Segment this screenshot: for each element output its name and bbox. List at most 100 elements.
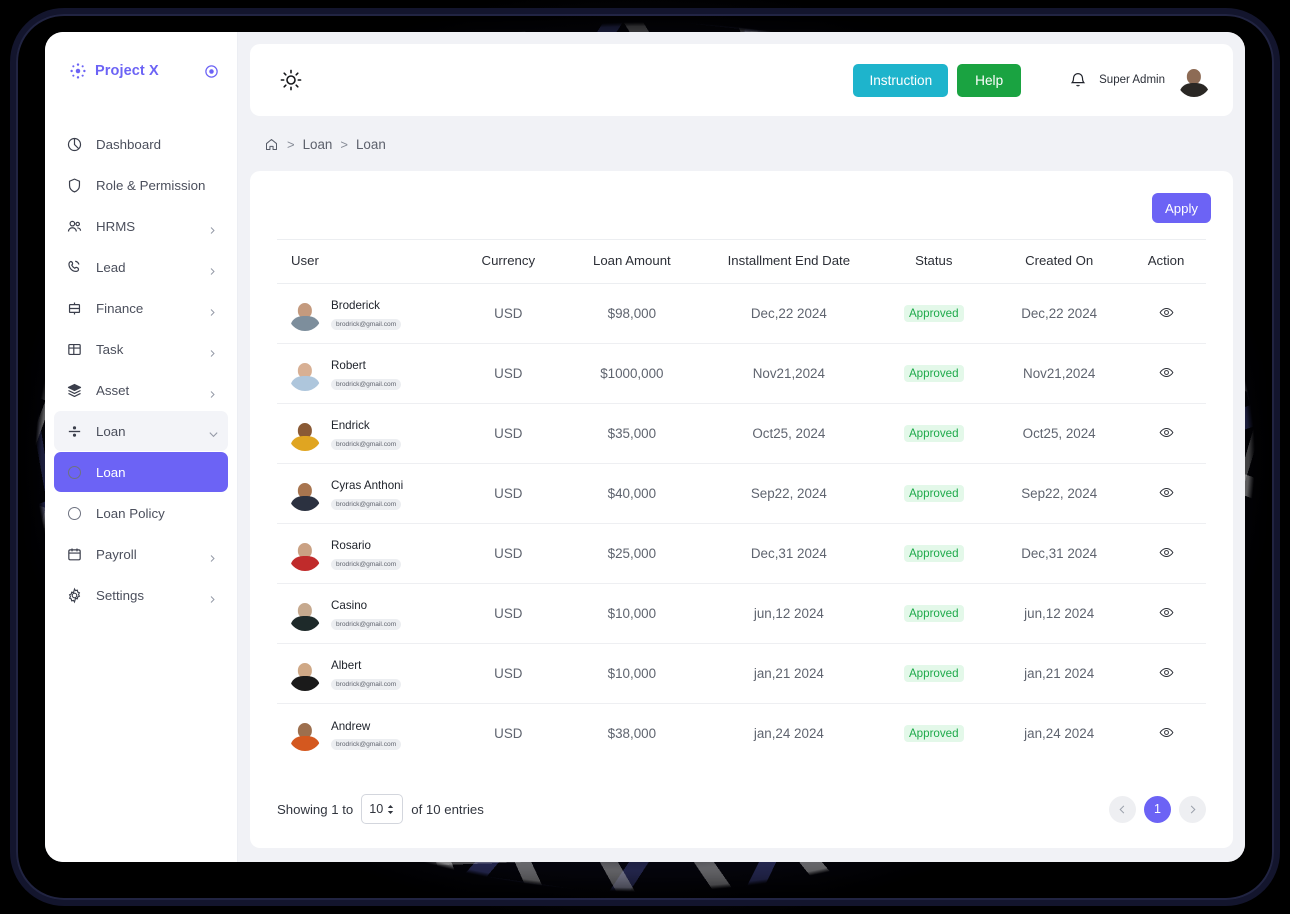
user-email: brodrick@gmail.com <box>331 738 402 750</box>
sidebar-item-finance[interactable]: Finance <box>54 288 228 328</box>
sidebar-item-task[interactable]: Task <box>54 329 228 369</box>
pagination-page-1[interactable]: 1 <box>1144 795 1171 823</box>
status-badge: Approved <box>903 665 964 682</box>
cell-created-on: Oct25, 2024 <box>992 403 1127 464</box>
eye-icon[interactable] <box>1156 307 1177 323</box>
cell-loan-amount: $1000,000 <box>561 343 703 404</box>
cell-status: Approved <box>875 463 993 524</box>
sidebar-nav: Dashboard Role & Permission HRMS Lead Fi… <box>45 110 237 615</box>
status-badge: Approved <box>903 485 964 502</box>
table-head: User Currency Loan Amount Installment En… <box>277 239 1206 284</box>
sidebar-item-lead[interactable]: Lead <box>54 247 228 287</box>
pagination: 1 <box>1109 795 1206 823</box>
pie-chart-icon <box>66 136 83 153</box>
avatar[interactable] <box>1177 63 1211 97</box>
breadcrumb-item-loan[interactable]: Loan <box>303 137 333 152</box>
cell-created-on: jun,12 2024 <box>992 583 1127 644</box>
chevron-right-icon <box>208 550 217 562</box>
sidebar-item-dashboard[interactable]: Dashboard <box>54 124 228 164</box>
sidebar-label: Lead <box>96 259 126 275</box>
sidebar-item-loan[interactable]: Loan <box>54 452 228 492</box>
sun-icon[interactable] <box>276 65 306 95</box>
bank-icon <box>66 300 83 317</box>
cell-action <box>1126 643 1206 704</box>
user-name: Robert <box>331 359 366 373</box>
showing-prefix: Showing 1 to <box>277 801 354 817</box>
cell-loan-amount: $40,000 <box>561 463 703 524</box>
sidebar-item-loan-group[interactable]: Loan <box>54 411 228 451</box>
status-badge: Approved <box>903 305 964 322</box>
bell-icon[interactable] <box>1069 71 1087 89</box>
cell-loan-amount: $35,000 <box>561 403 703 464</box>
eye-icon[interactable] <box>1156 547 1177 563</box>
sidebar-label: Dashboard <box>96 136 162 152</box>
column-header-action: Action <box>1126 239 1206 284</box>
cell-currency: USD <box>455 403 562 464</box>
sidebar-item-hrms[interactable]: HRMS <box>54 206 228 246</box>
brand[interactable]: Project X <box>45 32 237 110</box>
cell-action <box>1126 343 1206 404</box>
sidebar-label: Finance <box>96 300 144 316</box>
gear-icon <box>66 587 83 604</box>
sidebar-item-role-permission[interactable]: Role & Permission <box>54 165 228 205</box>
table-row: Casino brodrick@gmail.com USD $10,000 jun,12… <box>277 583 1206 644</box>
pagination-prev[interactable] <box>1109 795 1136 823</box>
sidebar-label: Role & Permission <box>96 177 206 193</box>
page-size-value: 10 <box>369 802 384 816</box>
status-badge: Approved <box>903 425 964 442</box>
apply-button[interactable]: Apply <box>1152 193 1211 223</box>
table-row: Albert brodrick@gmail.com USD $10,000 jan,21… <box>277 643 1206 704</box>
column-header-created-on: Created On <box>992 239 1127 284</box>
cell-action <box>1126 283 1206 344</box>
cell-action <box>1126 583 1206 644</box>
sidebar-label: Asset <box>96 382 130 398</box>
card-toolbar: Apply <box>250 171 1233 239</box>
help-button[interactable]: Help <box>957 63 1022 97</box>
cell-currency: USD <box>455 523 562 584</box>
sidebar-item-payroll[interactable]: Payroll <box>54 534 228 574</box>
avatar <box>288 417 322 451</box>
status-badge: Approved <box>903 545 964 562</box>
page-size-select[interactable]: 10 <box>361 794 404 824</box>
instruction-button[interactable]: Instruction <box>853 63 949 97</box>
chevron-right-icon <box>208 263 217 275</box>
home-icon[interactable] <box>264 137 279 152</box>
cell-action <box>1126 463 1206 524</box>
user-email: brodrick@gmail.com <box>331 438 402 450</box>
grid-icon <box>66 341 83 358</box>
sidebar-item-loan-policy[interactable]: Loan Policy <box>54 493 228 533</box>
eye-icon[interactable] <box>1156 727 1177 743</box>
cell-loan-amount: $25,000 <box>561 523 703 584</box>
cell-status: Approved <box>875 343 993 404</box>
cell-installment-end-date: Dec,31 2024 <box>702 523 876 584</box>
app-window: Project X Dashboard Role & Permission HR… <box>45 32 1245 862</box>
user-name: Casino <box>331 599 368 613</box>
stepper-icon <box>386 804 395 815</box>
cell-installment-end-date: Sep22, 2024 <box>702 463 876 524</box>
cell-user: Casino brodrick@gmail.com <box>277 583 456 644</box>
column-header-loan-amount: Loan Amount <box>561 239 703 284</box>
eye-icon[interactable] <box>1156 667 1177 683</box>
eye-icon[interactable] <box>1156 367 1177 383</box>
brand-name: Project X <box>95 63 159 79</box>
chevron-right-icon <box>208 222 217 234</box>
cell-action <box>1126 523 1206 584</box>
eye-icon[interactable] <box>1156 427 1177 443</box>
pagination-next[interactable] <box>1179 795 1206 823</box>
circle-icon <box>66 464 83 481</box>
status-badge: Approved <box>903 725 964 743</box>
status-badge: Approved <box>903 605 964 622</box>
eye-icon[interactable] <box>1156 607 1177 623</box>
circle-target-icon[interactable] <box>204 64 219 79</box>
sidebar-item-asset[interactable]: Asset <box>54 370 228 410</box>
sidebar-item-settings[interactable]: Settings <box>54 575 228 615</box>
user-name: Andrew <box>331 719 371 733</box>
content-card: Apply User Currency Loan Amount Installm… <box>250 171 1233 848</box>
table-header-row: User Currency Loan Amount Installment En… <box>277 239 1206 284</box>
avatar <box>288 537 322 571</box>
cell-status: Approved <box>875 523 993 584</box>
cell-action <box>1126 403 1206 464</box>
breadcrumb-separator: > <box>340 136 348 152</box>
eye-icon[interactable] <box>1156 487 1177 503</box>
user-email: brodrick@gmail.com <box>331 558 402 570</box>
